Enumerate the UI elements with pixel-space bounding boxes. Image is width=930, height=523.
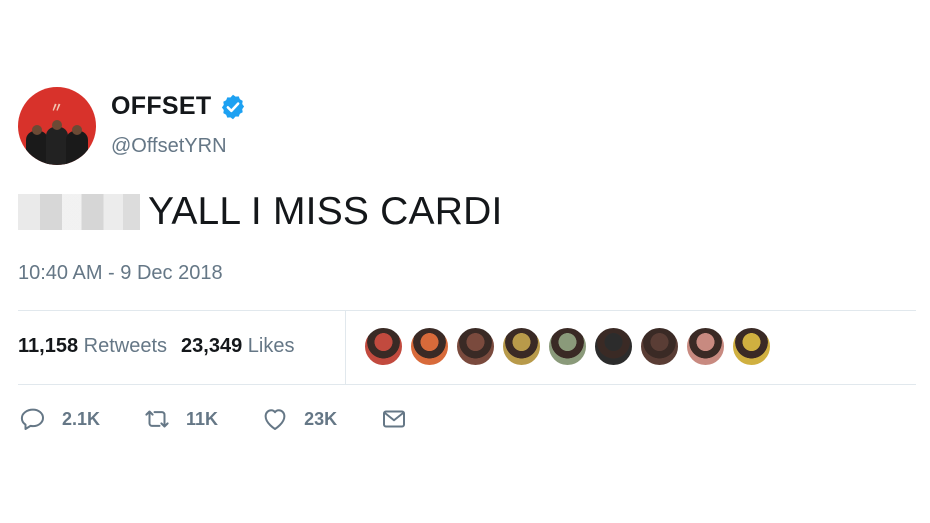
- liker-avatar-6[interactable]: [594, 327, 633, 366]
- liker-avatar-3[interactable]: [456, 327, 495, 366]
- retweets-stat[interactable]: 11,158 Retweets: [18, 335, 167, 358]
- liker-avatar-1[interactable]: [364, 327, 403, 366]
- avatar-head-icon: [72, 125, 82, 135]
- retweet-count: 11K: [186, 408, 219, 429]
- tweet-actions: 2.1K 11K 23K: [18, 404, 451, 434]
- divider: [18, 384, 916, 385]
- likes-stat[interactable]: 23,349 Likes: [181, 335, 294, 358]
- direct-message-button[interactable]: [379, 404, 409, 434]
- verified-badge-icon: [222, 94, 245, 119]
- author-avatar[interactable]: 〃〃: [18, 87, 96, 165]
- likes-count: 23,349: [181, 335, 243, 357]
- author-handle[interactable]: @OffsetYRN: [111, 135, 227, 158]
- retweet-icon: [145, 410, 169, 428]
- likes-label: Likes: [247, 335, 295, 357]
- reply-icon: [20, 408, 44, 430]
- liker-avatar-9[interactable]: [732, 327, 771, 366]
- retweets-label: Retweets: [83, 335, 168, 357]
- heart-icon: [264, 409, 286, 430]
- avatar-head-icon: [32, 125, 42, 135]
- tweet-card: 〃〃 OFFSET @OffsetYRN YALL I MISS CARDI 1…: [0, 0, 930, 523]
- avatar-figure-icon: [46, 127, 68, 165]
- tweet-timestamp[interactable]: 10:40 AM - 9 Dec 2018: [18, 262, 223, 285]
- reply-button[interactable]: 2.1K: [18, 404, 100, 434]
- divider: [18, 310, 916, 311]
- tweet-text: YALL I MISS CARDI: [148, 190, 503, 233]
- redacted-text: [18, 194, 140, 230]
- retweet-button[interactable]: 11K: [142, 404, 218, 434]
- retweets-count: 11,158: [18, 335, 79, 357]
- author-display-name[interactable]: OFFSET: [111, 92, 211, 121]
- liker-avatar-4[interactable]: [502, 327, 541, 366]
- engagement-stats: 11,158 Retweets 23,349 Likes: [18, 335, 294, 358]
- divider: [345, 310, 346, 385]
- tweet-body: YALL I MISS CARDI: [18, 190, 503, 234]
- liker-avatar-7[interactable]: [640, 327, 679, 366]
- avatar-head-icon: [52, 120, 62, 130]
- author-name-row: OFFSET: [111, 92, 247, 121]
- avatar-figure-icon: [66, 131, 88, 165]
- like-count: 23K: [304, 408, 338, 429]
- reply-count: 2.1K: [62, 408, 101, 429]
- liker-avatar-2[interactable]: [410, 327, 449, 366]
- like-button[interactable]: 23K: [260, 404, 337, 434]
- liker-avatar-8[interactable]: [686, 327, 725, 366]
- avatar-figure-icon: [26, 131, 48, 165]
- avatar-logo-icon: 〃〃: [49, 100, 64, 134]
- liker-avatar-5[interactable]: [548, 327, 587, 366]
- liker-avatars: [364, 327, 778, 366]
- envelope-icon: [383, 410, 406, 428]
